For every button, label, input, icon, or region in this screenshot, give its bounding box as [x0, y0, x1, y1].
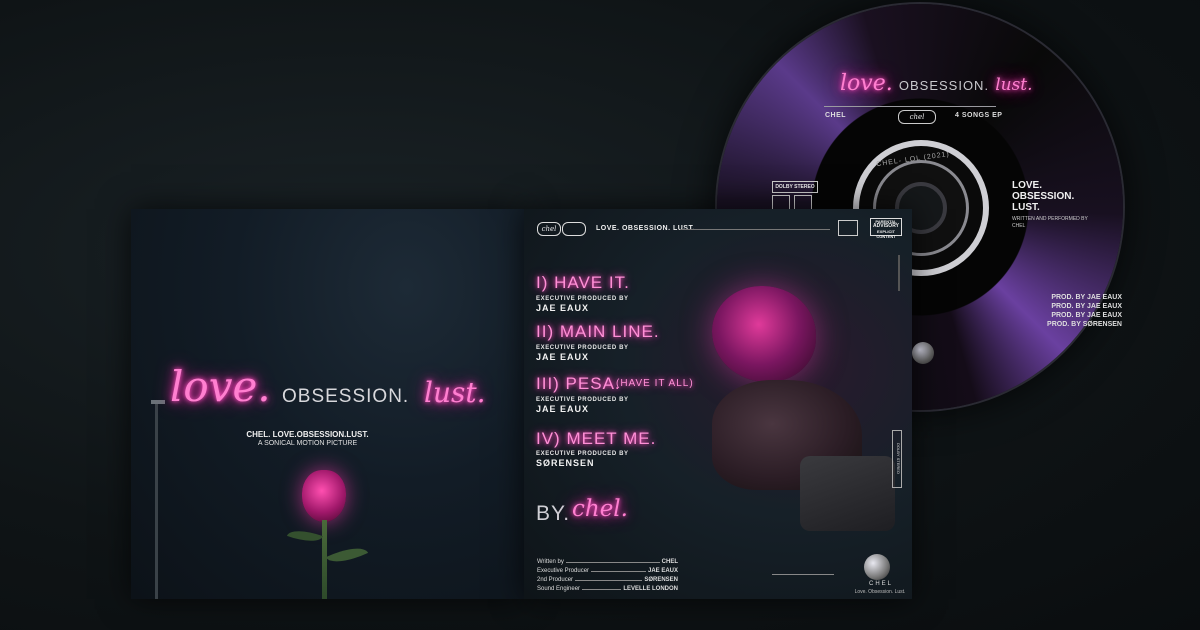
credit-name: CHEL — [661, 559, 678, 565]
right-globe-logo-icon — [562, 222, 586, 236]
left-title-lust: lust. — [424, 376, 486, 409]
track-1-title: I) HAVE IT. — [536, 273, 630, 292]
cd-side-artist: CHEL — [1012, 223, 1026, 229]
cd-prod-line-4: PROD. BY SØRENSEN — [1047, 321, 1122, 328]
cd-side-title: LOVE. OBSESSION. LUST. — [1012, 180, 1074, 213]
sleeve-icon — [800, 456, 895, 531]
cd-artist: CHEL — [825, 112, 847, 119]
credit-name: JAE EAUX — [647, 568, 678, 574]
cd-divider — [824, 106, 996, 107]
left-subtitle-2: A SONICAL MOTION PICTURE — [257, 440, 358, 447]
cd-title-lust: lust. — [995, 75, 1033, 95]
cd-prod-line-2: PROD. BY JAE EAUX — [1051, 303, 1122, 310]
credit-row-3: 2nd Producer SØRENSEN — [537, 577, 678, 583]
track-3-extra: (HAVE IT ALL) — [616, 378, 694, 389]
cd-prod-line-3: PROD. BY JAE EAUX — [1051, 312, 1122, 319]
cd-side-title-3: LUST. — [1012, 202, 1040, 213]
track-3-sub: EXECUTIVE PRODUCED BY — [536, 397, 629, 403]
track-4-sub: EXECUTIVE PRODUCED BY — [536, 451, 629, 457]
cd-side-title-2: OBSESSION. — [1012, 191, 1075, 202]
cd-side-title-1: LOVE. — [1012, 180, 1043, 191]
right-dolby-vertical: DOLBY STEREO — [892, 430, 902, 488]
credit-row-4: Sound Engineer LEVELLE LONDON — [537, 586, 678, 592]
track-4-title: IV) MEET ME. — [536, 429, 657, 448]
footer-globe-icon — [864, 554, 890, 580]
right-barcode-icon — [838, 220, 858, 236]
track-1-producer: JAE EAUX — [536, 303, 590, 313]
track-2-title: II) MAIN LINE. — [536, 322, 660, 341]
track-4-producer: SØRENSEN — [536, 458, 595, 468]
neon-stand-icon — [155, 401, 158, 599]
credit-row-2: Executive Producer JAE EAUX — [537, 568, 678, 574]
right-header-line — [680, 229, 830, 230]
credit-name: SØRENSEN — [644, 577, 678, 583]
cd-prod-line-1: PROD. BY JAE EAUX — [1051, 294, 1122, 301]
credit-name: LEVELLE LONDON — [623, 586, 678, 592]
rose-stem-icon — [322, 520, 327, 599]
credit-role: Written by — [537, 559, 564, 565]
cd-side-sub: WRITTEN AND PERFORMED BY — [1012, 216, 1088, 222]
credit-role: Executive Producer — [537, 568, 590, 574]
track-3-title: III) PESA. — [536, 374, 621, 393]
by-name: chel. — [572, 496, 628, 522]
footer-line — [772, 574, 834, 575]
track-1-sub: EXECUTIVE PRODUCED BY — [536, 296, 629, 302]
by-label: BY. — [536, 502, 571, 525]
cd-dolby-badge: DOLBY STEREO — [772, 181, 818, 193]
track-3-producer: JAE EAUX — [536, 404, 590, 414]
cd-title-love: love. — [840, 71, 893, 96]
cd-title-obsession: OBSESSION. — [898, 78, 990, 93]
left-title: love. — [170, 362, 271, 411]
footer-tagline: Love. Obsession. Lust. — [854, 589, 906, 595]
track-2-producer: JAE EAUX — [536, 352, 590, 362]
credit-role: 2nd Producer — [537, 577, 574, 583]
cd-title: love. OBSESSION. lust. — [840, 70, 1033, 96]
left-title-obsession: OBSESSION. — [282, 386, 410, 407]
credit-row-1: Written by CHEL — [537, 559, 678, 565]
left-subtitle-1: CHEL. LOVE.OBSESSION.LUST. — [246, 430, 369, 439]
right-logo: chel — [537, 222, 561, 236]
track-2-sub: EXECUTIVE PRODUCED BY — [536, 345, 629, 351]
cd-ep-label: 4 SONGS EP — [955, 112, 1003, 119]
neon-stand-cap-icon — [151, 400, 165, 404]
parental-advisory-badge: PARENTAL ADVISORY EXPLICIT CONTENT — [870, 218, 902, 239]
cd-globe-icon — [912, 342, 934, 364]
credit-role: Sound Engineer — [537, 586, 581, 592]
rose-flower-icon — [302, 470, 346, 522]
right-scroll-mark — [898, 255, 900, 291]
cd-logo: chel — [898, 110, 936, 124]
advisory-bot: EXPLICIT CONTENT — [876, 229, 896, 239]
left-title-love: love. — [170, 362, 271, 411]
footer-brand: CHEL — [868, 581, 893, 587]
